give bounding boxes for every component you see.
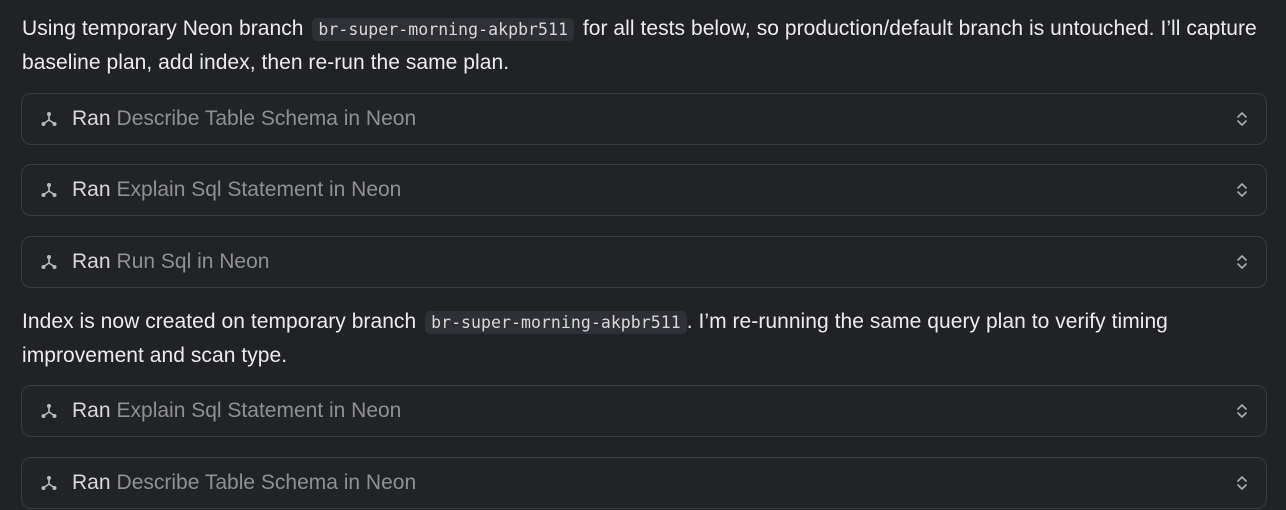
tool-name: Explain Sql Statement in Neon [116,399,402,422]
tool-call-describe-table-schema[interactable]: Ran Describe Table Schema in Neon [21,93,1267,145]
branch-code: br-super-morning-akpbr511 [312,18,574,41]
tool-call-run-sql[interactable]: Ran Run Sql in Neon [21,236,1267,288]
tool-status-label: Ran [72,250,111,273]
tool-network-icon [39,401,59,421]
tool-name: Run Sql in Neon [116,250,270,273]
tool-network-icon [39,109,59,129]
tool-status-label: Ran [72,471,111,494]
tool-network-icon [39,473,59,493]
assistant-message-2: Index is now created on temporary branch… [22,305,1262,372]
expand-chevron-icon[interactable] [1234,108,1250,130]
tool-status-label: Ran [72,178,111,201]
assistant-message-1: Using temporary Neon branch br-super-mor… [22,12,1262,79]
message-text: Index is now created on temporary branch [22,310,417,333]
message-text: Using temporary Neon branch [22,17,304,40]
tool-status-label: Ran [72,399,111,422]
tool-name: Describe Table Schema in Neon [116,471,417,494]
expand-chevron-icon[interactable] [1234,179,1250,201]
expand-chevron-icon[interactable] [1234,472,1250,494]
tool-network-icon [39,180,59,200]
tool-status-label: Ran [72,107,111,130]
tool-network-icon [39,252,59,272]
tool-name: Explain Sql Statement in Neon [116,178,402,201]
tool-call-describe-table-schema[interactable]: Ran Describe Table Schema in Neon [21,457,1267,509]
branch-code: br-super-morning-akpbr511 [425,311,687,334]
expand-chevron-icon[interactable] [1234,400,1250,422]
tool-call-explain-sql-statement[interactable]: Ran Explain Sql Statement in Neon [21,385,1267,437]
expand-chevron-icon[interactable] [1234,251,1250,273]
tool-name: Describe Table Schema in Neon [116,107,417,130]
tool-call-explain-sql-statement[interactable]: Ran Explain Sql Statement in Neon [21,164,1267,216]
